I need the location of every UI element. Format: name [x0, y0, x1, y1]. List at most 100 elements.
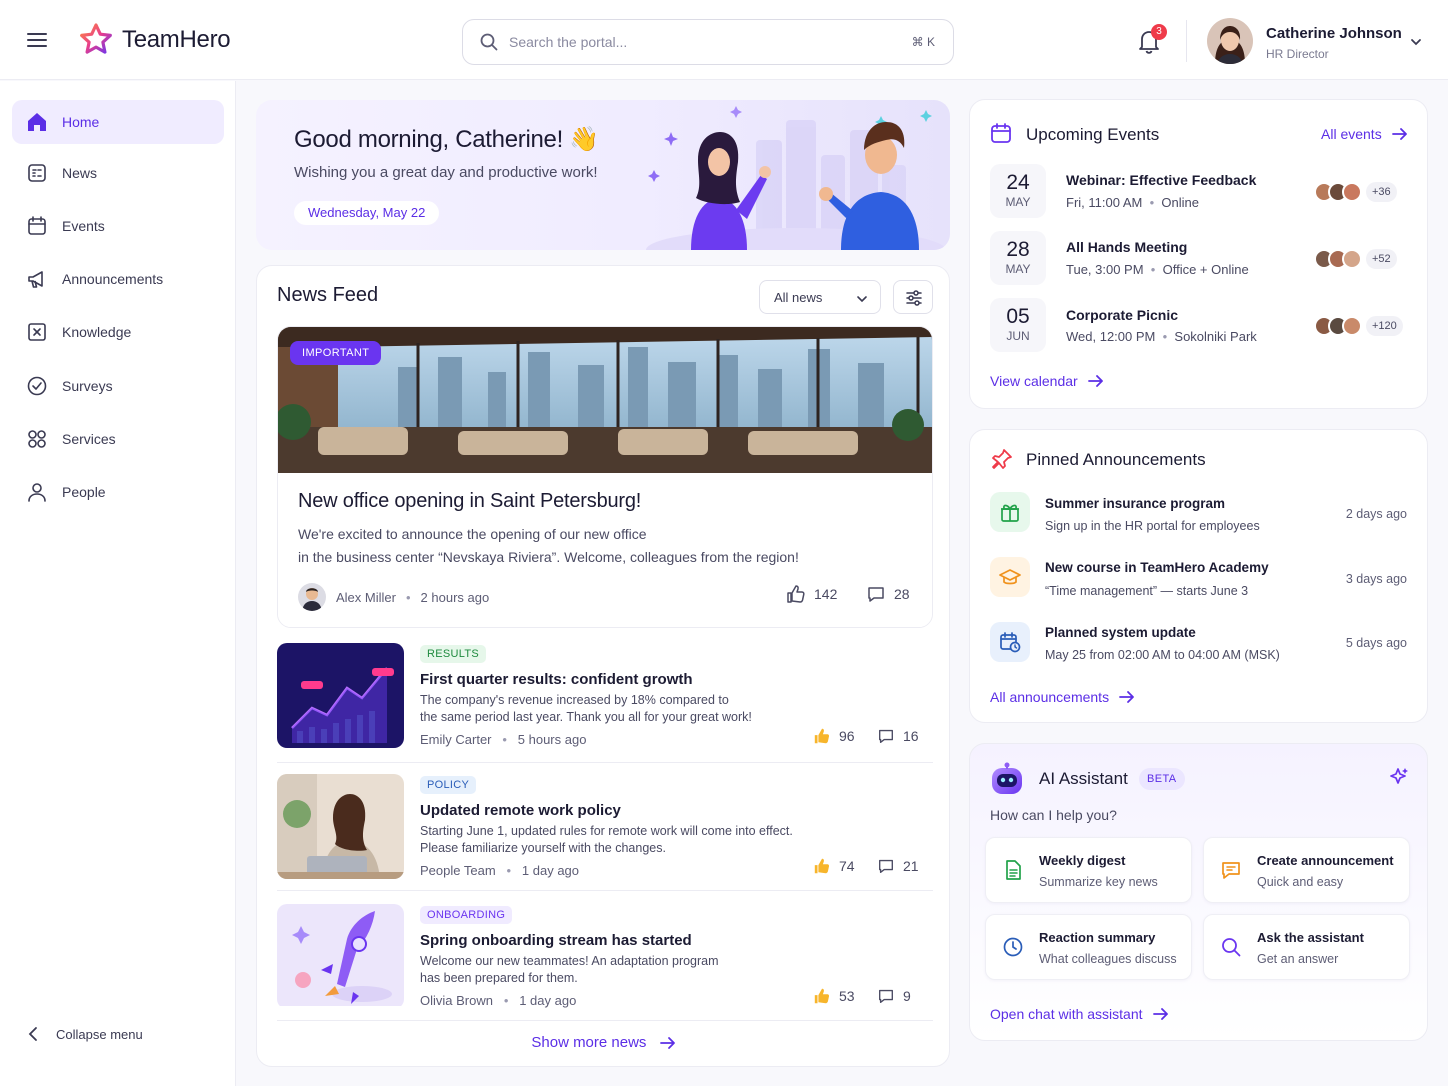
event-title[interactable]: All Hands Meeting [1066, 239, 1187, 255]
news-thumbnail [277, 904, 404, 1009]
news-meta: Emily Carter • 5 hours ago [420, 732, 586, 747]
event-title[interactable]: Webinar: Effective Feedback [1066, 172, 1256, 188]
news-thumbnail [277, 774, 404, 879]
person-icon [28, 483, 46, 502]
attendee-avatars[interactable]: +52 [1314, 249, 1397, 269]
robot-icon [992, 762, 1022, 794]
action-title: Ask the assistant [1257, 930, 1364, 945]
user-avatar[interactable] [1207, 18, 1253, 64]
action-subtitle: Summarize key news [1039, 875, 1158, 889]
announcement-title[interactable]: Planned system update [1045, 625, 1196, 640]
search-icon [1222, 938, 1241, 957]
featured-title[interactable]: New office opening in Saint Petersburg! [298, 490, 641, 513]
news-meta: Olivia Brown • 1 day ago [420, 993, 576, 1008]
weekly-digest-button[interactable]: Weekly digest Summarize key news [985, 837, 1192, 903]
all-events-link[interactable]: All events [1321, 126, 1408, 142]
event-time: Tue, 3:00 PM [1066, 262, 1144, 277]
arrow-right-icon [1087, 375, 1103, 387]
event-location: Sokolniki Park [1174, 329, 1257, 344]
news-excerpt-line: The company's revenue increased by 18% c… [420, 693, 729, 707]
featured-text: We're excited to announce the opening of… [298, 523, 918, 569]
comment-button[interactable]: 16 [877, 727, 919, 745]
menu-icon[interactable] [24, 28, 50, 52]
like-button[interactable]: 142 [786, 584, 837, 604]
news-meta: People Team • 1 day ago [420, 863, 579, 878]
grid-icon [28, 430, 46, 448]
avatar [1342, 182, 1362, 202]
comment-icon [879, 989, 893, 1003]
chevron-down-icon[interactable] [1409, 35, 1423, 49]
sidebar-item-home[interactable]: Home [12, 100, 224, 144]
news-feed-card: News Feed All news IMPORTANT New office … [256, 265, 950, 1067]
pin-icon [992, 449, 1012, 469]
event-meta: Fri, 11:00 AM • Online [1066, 195, 1199, 210]
sidebar-item-events[interactable]: Events [12, 204, 224, 248]
announcement-time: 5 days ago [1345, 636, 1407, 650]
event-day: 24 [1006, 171, 1030, 194]
sidebar-item-announcements[interactable]: Announcements [12, 257, 224, 301]
announcement-title[interactable]: Summer insurance program [1045, 496, 1225, 511]
news-item[interactable]: ONBOARDING Spring onboarding stream has … [277, 904, 933, 1014]
attendee-avatars[interactable]: +120 [1314, 316, 1403, 336]
comment-button[interactable]: 21 [877, 857, 919, 875]
news-filter-dropdown[interactable]: All news [759, 280, 881, 314]
comment-count: 28 [894, 586, 910, 602]
post-time: 1 day ago [519, 993, 577, 1008]
collapse-menu-button[interactable]: Collapse menu [26, 1026, 143, 1042]
sidebar-item-surveys[interactable]: Surveys [12, 364, 224, 408]
ask-assistant-button[interactable]: Ask the assistant Get an answer [1203, 914, 1410, 980]
sidebar-item-news[interactable]: News [12, 151, 224, 195]
announcement-title[interactable]: New course in TeamHero Academy [1045, 560, 1269, 575]
arrow-right-icon [1391, 128, 1407, 140]
tag-onboarding: ONBOARDING [420, 906, 513, 924]
comment-button[interactable]: 9 [877, 987, 911, 1005]
logo[interactable]: TeamHero [78, 22, 231, 58]
news-title[interactable]: Updated remote work policy [420, 802, 621, 819]
check-circle-icon [27, 376, 47, 396]
show-more-label: Show more news [531, 1034, 647, 1051]
comment-count: 21 [903, 858, 919, 874]
search-bar[interactable]: Search the portal... ⌘ K [462, 19, 954, 65]
event-month: MAY [1005, 262, 1031, 276]
sidebar-item-services[interactable]: Services [12, 417, 224, 461]
news-item[interactable]: POLICY Updated remote work policy Starti… [277, 774, 933, 884]
home-icon [28, 113, 46, 131]
news-title[interactable]: First quarter results: confident growth [420, 671, 693, 688]
attendee-avatars[interactable]: +36 [1314, 182, 1397, 202]
comment-button[interactable]: 28 [866, 584, 910, 604]
filter-settings-button[interactable] [893, 280, 933, 314]
event-title[interactable]: Corporate Picnic [1066, 307, 1178, 323]
ai-assistant-card: AI Assistant BETA How can I help you? We… [969, 743, 1428, 1041]
create-announcement-button[interactable]: Create announcement Quick and easy [1203, 837, 1410, 903]
arrow-right-icon [659, 1036, 677, 1050]
divider [277, 890, 933, 891]
featured-meta: Alex Miller • 2 hours ago [298, 583, 489, 611]
show-more-news-link[interactable]: Show more news [257, 1034, 951, 1051]
sidebar-item-knowledge[interactable]: Knowledge [12, 310, 224, 354]
gift-icon [990, 492, 1030, 532]
like-button[interactable]: 53 [813, 987, 855, 1005]
pinned-announcements-card: Pinned Announcements Summer insurance pr… [969, 429, 1428, 723]
like-count: 53 [839, 988, 855, 1004]
like-button[interactable]: 96 [813, 727, 855, 745]
search-shortcut: ⌘ K [911, 35, 935, 49]
filter-value: All news [774, 290, 823, 305]
news-title[interactable]: Spring onboarding stream has started [420, 932, 692, 949]
reaction-summary-button[interactable]: Reaction summary What colleagues discuss [985, 914, 1192, 980]
featured-news-card[interactable]: IMPORTANT New office opening in Saint Pe… [277, 326, 933, 628]
action-subtitle: What colleagues discuss [1039, 952, 1177, 966]
event-date: 05 JUN [990, 298, 1046, 352]
comment-count: 9 [903, 988, 911, 1004]
sidebar-item-people[interactable]: People [12, 470, 224, 514]
chevron-left-icon [28, 1027, 37, 1041]
announcement-subtitle: May 25 from 02:00 AM to 04:00 AM (MSK) [1045, 648, 1280, 662]
sparkle-icon[interactable] [1388, 766, 1410, 788]
search-input[interactable]: Search the portal... [509, 34, 627, 50]
action-subtitle: Quick and easy [1257, 875, 1344, 889]
open-chat-link[interactable]: Open chat with assistant [990, 1006, 1169, 1022]
view-calendar-link[interactable]: View calendar [990, 373, 1104, 389]
news-excerpt: Welcome our new teammates! An adaptation… [420, 953, 820, 987]
like-button[interactable]: 74 [813, 857, 855, 875]
news-item[interactable]: RESULTS First quarter results: confident… [277, 643, 933, 753]
all-announcements-link[interactable]: All announcements [990, 689, 1135, 705]
